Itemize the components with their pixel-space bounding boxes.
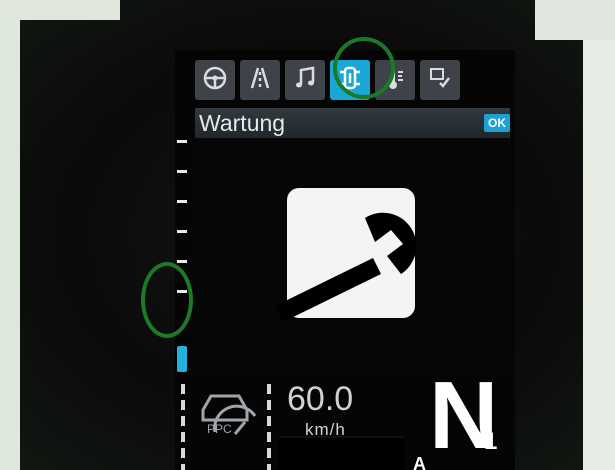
scroll-tick: [177, 200, 187, 203]
status-bar: PPC 60.0 km/h N 1 A: [175, 368, 515, 470]
settings-check-icon: [426, 64, 454, 97]
divider: [267, 384, 271, 470]
maintenance-tile[interactable]: [275, 188, 417, 322]
info-panel: [279, 436, 404, 470]
tab-music[interactable]: [285, 60, 325, 100]
ppc-label: PPC: [207, 422, 232, 436]
steering-wheel-icon: [201, 64, 229, 97]
photo-edge-right: [583, 0, 615, 470]
music-note-icon: [291, 64, 319, 97]
tab-road[interactable]: [240, 60, 280, 100]
photo-edge-left: [0, 0, 20, 470]
scroll-tick: [177, 260, 187, 263]
tab-steering[interactable]: [195, 60, 235, 100]
scroll-tick: [177, 170, 187, 173]
main-content: [195, 138, 510, 376]
photo-edge-top-right: [535, 0, 615, 40]
tab-settings[interactable]: [420, 60, 460, 100]
speed-value: 60.0: [287, 380, 354, 418]
auto-indicator: A: [413, 454, 426, 470]
photo-edge-top-left: [0, 0, 120, 20]
wrench-icon: [275, 212, 417, 322]
ok-button[interactable]: OK: [484, 114, 510, 132]
instrument-display: Wartung OK PPC 60.0 km/h N 1 A: [175, 50, 515, 470]
scroll-tick: [177, 230, 187, 233]
screen-header: Wartung OK: [195, 108, 510, 138]
highlight-circle-scrollbar: [141, 262, 193, 338]
scroll-tick: [177, 140, 187, 143]
tab-bar: [195, 60, 460, 106]
scroll-thumb[interactable]: [177, 346, 187, 372]
gear-number: 1: [484, 428, 498, 455]
road-icon: [246, 64, 274, 97]
screen-title: Wartung: [199, 110, 286, 136]
highlight-circle-tab: [333, 37, 395, 99]
divider: [181, 384, 185, 470]
